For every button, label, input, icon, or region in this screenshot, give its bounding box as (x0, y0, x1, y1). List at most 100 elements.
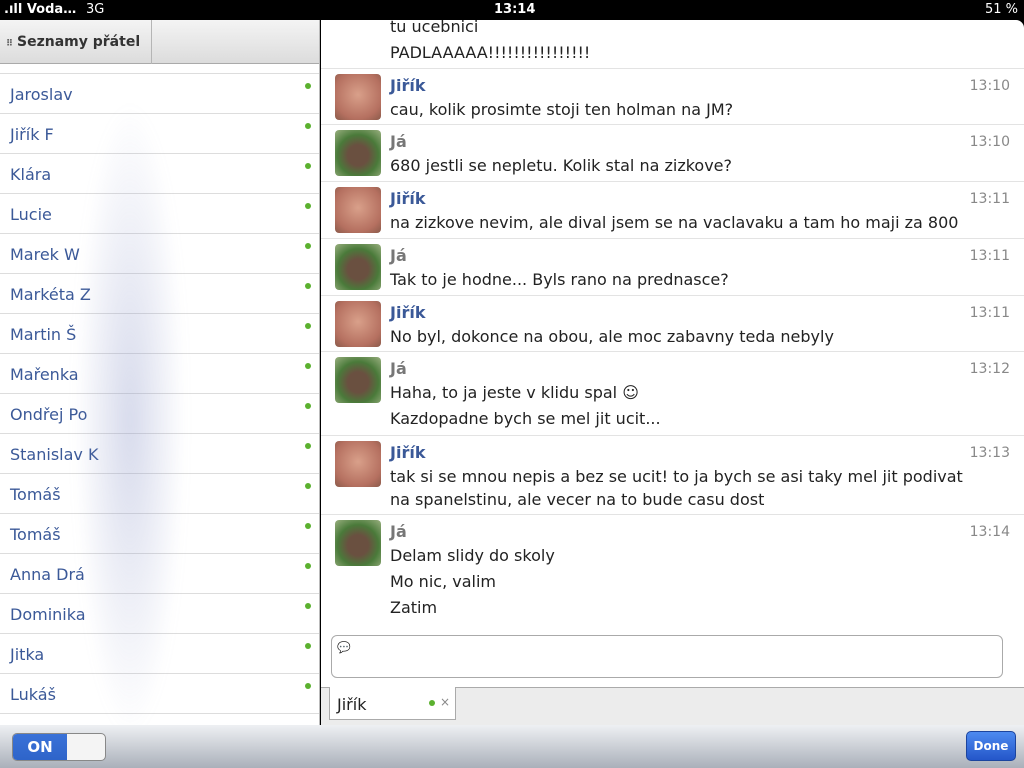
contact-item[interactable]: Jiřík F (0, 114, 319, 154)
contact-name: Jitka (10, 645, 45, 664)
contact-name: Klára (10, 165, 52, 184)
message-time: 13:11 (969, 248, 1010, 264)
online-status-dot (305, 443, 311, 449)
message-group: Jiřík 13:11 na zizkove nevim, ale dival js… (321, 181, 1024, 238)
message-line: tak si se mnou nepis a bez se ucit! to j… (390, 467, 963, 486)
avatar (335, 244, 381, 290)
contact-item[interactable]: Jitka (0, 634, 319, 674)
sender-name: Jiřík (390, 303, 426, 322)
chat-tab[interactable]: Jiřík × (329, 687, 456, 720)
online-status-dot (305, 483, 311, 489)
message-time: 13:11 (969, 191, 1010, 207)
contact-name: Jaroslav (10, 85, 73, 104)
message-line: PADLAAAAA!!!!!!!!!!!!!!!! (390, 43, 591, 62)
message-input[interactable]: 💬 (331, 635, 1003, 678)
contact-item[interactable]: Tomáš (0, 474, 319, 514)
message-time: 13:10 (969, 134, 1010, 150)
message-time: 13:11 (969, 305, 1010, 321)
contact-name: Tomáš (10, 525, 61, 544)
sender-name: Já (390, 132, 407, 151)
sender-name: Jiřík (390, 189, 426, 208)
contact-item[interactable]: Jaroslav (0, 74, 319, 114)
online-status-dot (305, 163, 311, 169)
contact-item[interactable]: Marek W (0, 234, 319, 274)
online-status-dot (305, 203, 311, 209)
sender-name: Jiřík (390, 76, 426, 95)
avatar (335, 74, 381, 120)
contact-item[interactable]: Dominika (0, 594, 319, 634)
avatar (335, 187, 381, 233)
status-bar: .ıll Voda… 3G 13:14 51 % (0, 0, 1024, 20)
contact-name: Marek W (10, 245, 80, 264)
sidebar-header: ⠿ Seznamy přátel (0, 20, 319, 64)
message-line: No byl, dokonce na obou, ale moc zabavny… (390, 327, 834, 346)
network: 3G (86, 2, 105, 17)
contact-item[interactable]: Klára (0, 154, 319, 194)
message-group: Já 13:12 Haha, to ja jeste v klidu spal ☺ K… (321, 351, 1024, 435)
online-status-dot (429, 700, 435, 706)
online-status-dot (305, 323, 311, 329)
avatar (335, 130, 381, 176)
contact-item[interactable]: Tomáš (0, 514, 319, 554)
message-line: na zizkove nevim, ale dival jsem se na v… (390, 213, 959, 232)
contact-item[interactable]: Stanislav K (0, 434, 319, 474)
contact-name: Jiřík F (10, 125, 54, 144)
online-status-dot (305, 683, 311, 689)
online-status-dot (305, 563, 311, 569)
contact-item[interactable]: Lucie (0, 194, 319, 234)
chat-panel: tu ucebnici PADLAAAAA!!!!!!!!!!!!!!!! Ji… (321, 20, 1024, 725)
contact-item[interactable]: Anna Drá (0, 554, 319, 594)
message-line: Delam slidy do skoly (390, 546, 555, 565)
close-tab-icon[interactable]: × (440, 695, 450, 709)
contact-item[interactable]: Markéta Z (0, 274, 319, 314)
message-time: 13:13 (969, 445, 1010, 461)
contact-list: Jaroslav Jiřík F Klára Lucie Marek W Markéta … (0, 73, 319, 714)
avatar (335, 357, 381, 403)
clock: 13:14 (494, 2, 536, 17)
message-group: Jiřík 13:10 cau, kolik prosimte stoji ten … (321, 68, 1024, 124)
online-status-dot (305, 123, 311, 129)
sender-name: Jiřík (390, 443, 426, 462)
sender-name: Já (390, 359, 407, 378)
avatar (335, 301, 381, 347)
online-status-dot (305, 283, 311, 289)
message-line: Kazdopadne bych se mel jit ucit... (390, 409, 661, 428)
done-button[interactable]: Done (966, 731, 1016, 761)
avatar (335, 441, 381, 487)
online-status-dot (305, 403, 311, 409)
contact-item[interactable]: Ondřej Po (0, 394, 319, 434)
message-time: 13:10 (969, 78, 1010, 94)
carrier: .ıll Voda… (4, 2, 77, 17)
contact-name: Mařenka (10, 365, 79, 384)
contact-name: Ondřej Po (10, 405, 88, 424)
contact-name: Markéta Z (10, 285, 91, 304)
grid-icon: ⠿ (6, 39, 14, 49)
online-status-dot (305, 83, 311, 89)
sender-name: Já (390, 246, 407, 265)
chat-tab-bar: Jiřík × (321, 687, 1024, 725)
contact-name: Lukáš (10, 685, 56, 704)
contact-name: Lucie (10, 205, 52, 224)
sender-name: Já (390, 522, 407, 541)
contact-item[interactable]: Mařenka (0, 354, 319, 394)
online-toggle[interactable]: ON (12, 733, 106, 761)
message-time: 13:12 (969, 361, 1010, 377)
message-line: Tak to je hodne... Byls rano na prednasc… (390, 270, 729, 289)
message-line: Zatim (390, 598, 438, 617)
friends-list-tab[interactable]: ⠿ Seznamy přátel (0, 20, 152, 64)
contact-item[interactable]: Martin Š (0, 314, 319, 354)
contact-name: Dominika (10, 605, 86, 624)
avatar (335, 520, 381, 566)
contact-item[interactable]: Lukáš (0, 674, 319, 714)
friends-sidebar: ⠿ Seznamy přátel Jaroslav Jiřík F Klára Luci… (0, 20, 320, 725)
contact-name: Martin Š (10, 325, 77, 344)
message-line: na spanelstinu, ale vecer na to bude cas… (390, 490, 765, 509)
contact-name: Stanislav K (10, 445, 99, 464)
online-status-dot (305, 603, 311, 609)
battery: 51 % (984, 2, 1018, 17)
message-line: tu ucebnici (390, 20, 479, 36)
online-status-dot (305, 243, 311, 249)
online-status-dot (305, 363, 311, 369)
online-status-dot (305, 523, 311, 529)
message-line: cau, kolik prosimte stoji ten holman na … (390, 100, 734, 119)
